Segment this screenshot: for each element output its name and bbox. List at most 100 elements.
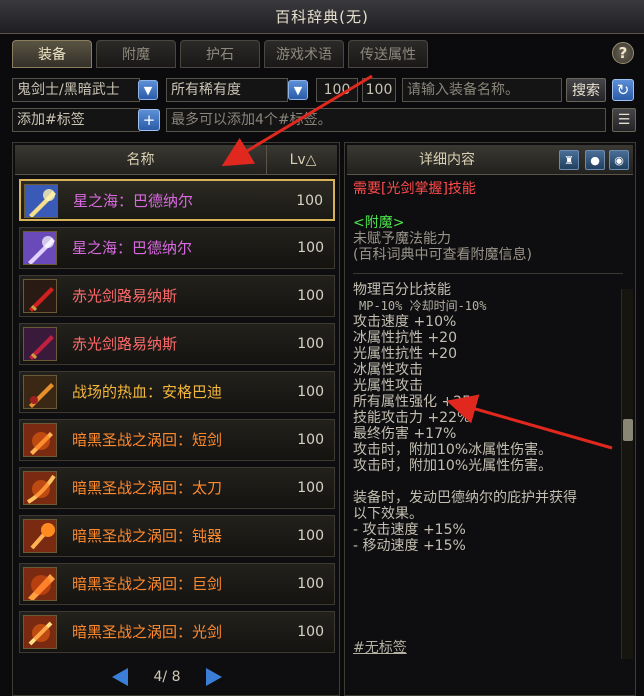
list-item[interactable]: 暗黑圣战之涡回：太刀 100 (19, 467, 335, 509)
tab-teleport-attributes[interactable]: 传送属性 (348, 40, 428, 68)
chevron-down-icon[interactable]: ▼ (138, 80, 158, 100)
effect-intro: 以下效果。 (353, 506, 423, 522)
window-title: 百科辞典(无) (275, 8, 369, 26)
item-name: 暗黑圣战之涡回：光剑 (72, 623, 223, 641)
add-tag-icon[interactable]: + (138, 109, 160, 131)
stat-line: 最终伤害 +17% (353, 426, 457, 442)
dark-crusade-greatsword-icon (23, 567, 57, 601)
search-button[interactable]: 搜索 (566, 78, 606, 102)
item-name: 暗黑圣战之涡回：短剑 (72, 431, 223, 449)
detail-header: 详细内容 ♜ ● ◉ (347, 145, 633, 175)
star-sea-sword-icon (24, 184, 58, 218)
enchant-status: 未赋予魔法能力 (353, 231, 451, 247)
dark-crusade-dagger-icon (23, 423, 57, 457)
item-name: 星之海：巴德纳尔 (72, 239, 193, 257)
stat-line: 技能攻击力 +22% (353, 410, 471, 426)
star-sea-sword-icon (23, 231, 57, 265)
list-item[interactable]: 战场的热血：安格巴迪 100 (19, 371, 335, 413)
tag-hint-field: 最多可以添加4个#标签。 (166, 108, 606, 132)
dark-crusade-club-icon (23, 519, 57, 553)
item-name: 战场的热血：安格巴迪 (72, 383, 223, 401)
tab-enchant[interactable]: 附魔 (96, 40, 176, 68)
page-indicator: 4/ 8 (153, 669, 181, 685)
stat-line: 冰属性抗性 +20 (353, 330, 457, 346)
refresh-icon[interactable]: ↻ (612, 79, 634, 101)
mp-cooldown: MP-10% 冷却时间-10% (359, 299, 487, 313)
detail-panel: 详细内容 ♜ ● ◉ 需要[光剑掌握]技能 <附魔> 未赋予魔法能力 (百科词典… (344, 142, 636, 696)
stat-line: 攻击时，附加10%冰属性伤害。 (353, 442, 553, 458)
enchant-note: (百科词典中可查看附魔信息) (353, 247, 532, 263)
location-icon[interactable]: ● (585, 150, 605, 170)
tag-link[interactable]: #无标签 (353, 637, 407, 657)
stat-line: 冰属性攻击 (353, 362, 423, 378)
item-level: 100 (297, 624, 324, 640)
list-item[interactable]: 暗黑圣战之涡回：钝器 100 (19, 515, 335, 557)
item-level: 100 (297, 576, 324, 592)
tab-game-terms[interactable]: 游戏术语 (264, 40, 344, 68)
enchant-title: <附魔> (353, 215, 405, 231)
stat-line: 攻击速度 +10% (353, 314, 457, 330)
detail-title: 详细内容 (419, 152, 475, 168)
list-header: 名称 Lv△ (15, 145, 337, 175)
level-max-input[interactable]: 100 (362, 78, 396, 102)
item-name: 暗黑圣战之涡回：钝器 (72, 527, 223, 545)
tab-bar: 装备 附魔 护石 游戏术语 传送属性 (12, 40, 428, 68)
item-level: 100 (297, 336, 324, 352)
rarity-select[interactable]: 所有稀有度 (166, 78, 288, 102)
dark-crusade-beamsword-icon (23, 615, 57, 649)
red-light-sword-icon (23, 279, 57, 313)
list-item[interactable]: 暗黑圣战之涡回：巨剑 100 (19, 563, 335, 605)
filter-bar: 鬼剑士/黑暗武士 ▼ 所有稀有度 ▼ 100 100 请输入装备名称。 搜索 ↻… (12, 78, 636, 134)
header-level-sort[interactable]: Lv△ (269, 145, 337, 175)
item-name: 暗黑圣战之涡回：太刀 (72, 479, 223, 497)
list-item[interactable]: 暗黑圣战之涡回：短剑 100 (19, 419, 335, 461)
item-level: 100 (297, 240, 324, 256)
item-name: 赤光剑路易纳斯 (72, 335, 178, 353)
item-name: 赤光剑路易纳斯 (72, 287, 178, 305)
search-input[interactable]: 请输入装备名称。 (402, 78, 562, 102)
class-select[interactable]: 鬼剑士/黑暗武士 (12, 78, 140, 102)
help-icon[interactable]: ? (612, 42, 634, 64)
chevron-down-icon[interactable]: ▼ (288, 80, 308, 100)
skill-requirement: 需要[光剑掌握]技能 (353, 181, 476, 197)
tag-select[interactable]: 添加#标签 (12, 108, 140, 132)
stat-line: 所有属性强化 +25 (353, 394, 471, 410)
item-name: 暗黑圣战之涡回：巨剑 (72, 575, 223, 593)
list-item[interactable]: 暗黑圣战之涡回：光剑 100 (19, 611, 335, 653)
prev-page-icon[interactable] (112, 668, 128, 686)
scrollbar-thumb[interactable] (623, 419, 633, 441)
skill-type: 物理百分比技能 (353, 282, 451, 298)
item-level: 100 (297, 288, 324, 304)
eye-icon[interactable]: ◉ (609, 150, 629, 170)
stat-line: 光属性攻击 (353, 378, 423, 394)
divider (353, 273, 623, 274)
item-level: 100 (296, 193, 323, 209)
battlefield-blade-icon (23, 375, 57, 409)
dark-crusade-katana-icon (23, 471, 57, 505)
effect-line: - 移动速度 +15% (353, 538, 466, 554)
effect-line: - 攻击速度 +15% (353, 522, 466, 538)
item-level: 100 (297, 384, 324, 400)
level-min-input[interactable]: 100 (316, 78, 358, 102)
item-level: 100 (297, 528, 324, 544)
red-light-sword-icon (23, 327, 57, 361)
stat-line: 攻击时，附加10%光属性伤害。 (353, 458, 553, 474)
tab-talisman[interactable]: 护石 (180, 40, 260, 68)
item-list-panel: 名称 Lv△ 星之海：巴德纳尔 100 星之海：巴德纳尔 100 赤光剑路易纳斯… (12, 142, 340, 696)
list-item[interactable]: 赤光剑路易纳斯 100 (19, 275, 335, 317)
effect-intro: 装备时，发动巴德纳尔的庇护并获得 (353, 490, 577, 506)
list-item[interactable]: 赤光剑路易纳斯 100 (19, 323, 335, 365)
pagination: 4/ 8 (112, 666, 222, 688)
list-item[interactable]: 星之海：巴德纳尔 100 (19, 227, 335, 269)
title-bar: 百科辞典(无) (0, 0, 644, 34)
header-name[interactable]: 名称 (15, 145, 267, 175)
item-name: 星之海：巴德纳尔 (73, 192, 194, 210)
list-item[interactable]: 星之海：巴德纳尔 100 (19, 179, 335, 221)
wardrobe-icon[interactable]: ♜ (559, 150, 579, 170)
tab-equipment[interactable]: 装备 (12, 40, 92, 68)
next-page-icon[interactable] (205, 668, 222, 686)
detail-content: 需要[光剑掌握]技能 <附魔> 未赋予魔法能力 (百科词典中可查看附魔信息) 物… (353, 179, 623, 649)
item-level: 100 (297, 432, 324, 448)
detail-scrollbar[interactable] (621, 289, 633, 659)
list-icon[interactable]: ☰ (612, 108, 636, 132)
